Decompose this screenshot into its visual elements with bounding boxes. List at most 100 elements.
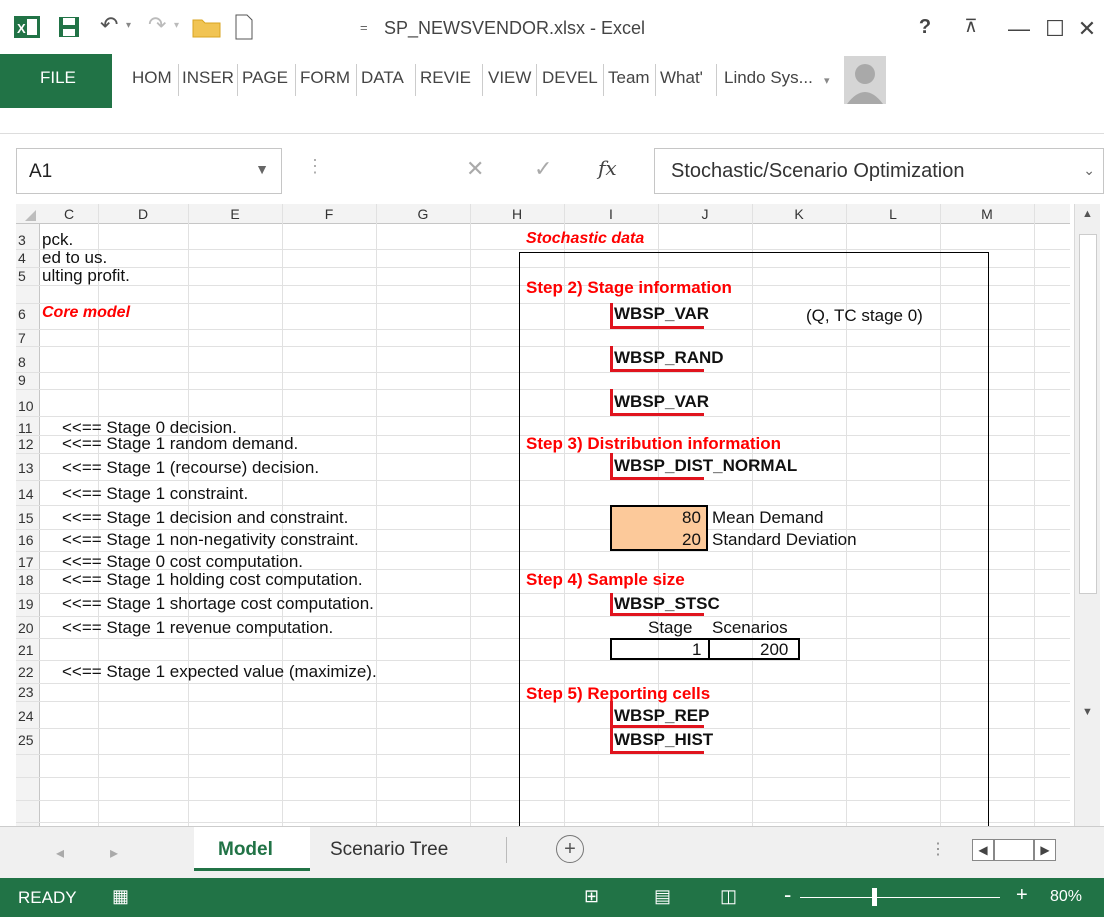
name-box[interactable]: A1 ▼ — [16, 148, 282, 194]
horizontal-scrollbar-thumb[interactable] — [994, 839, 1034, 861]
redo-dropdown-icon[interactable]: ▾ — [174, 20, 179, 31]
row-header-10[interactable]: 10 — [18, 398, 38, 414]
row-header-3[interactable]: 3 — [18, 232, 38, 248]
user-avatar-icon[interactable] — [844, 56, 886, 104]
cell-c18[interactable]: <<== Stage 1 holding cost computation. — [62, 570, 363, 590]
zoom-level[interactable]: 80% — [1050, 888, 1082, 906]
expand-formula-bar-icon[interactable]: ⌄ — [1083, 162, 1095, 179]
cell-c15[interactable]: <<== Stage 1 decision and constraint. — [62, 508, 348, 528]
column-header-j[interactable]: J — [658, 206, 752, 222]
row-header-25[interactable]: 25 — [18, 732, 38, 748]
sheet-prev-icon[interactable]: ◂ — [56, 843, 64, 863]
maximize-button[interactable]: ☐ — [1040, 16, 1070, 42]
cell-i13-wbsp-dist-normal[interactable]: WBSP_DIST_NORMAL — [614, 456, 797, 476]
tab-formulas[interactable]: FORM — [300, 68, 350, 88]
column-header-k[interactable]: K — [752, 206, 846, 222]
row-header-21[interactable]: 21 — [18, 642, 38, 658]
column-header-d[interactable]: D — [98, 206, 188, 222]
cell-k6[interactable]: (Q, TC stage 0) — [806, 306, 923, 326]
row-header-24[interactable]: 24 — [18, 708, 38, 724]
cell-c12[interactable]: <<== Stage 1 random demand. — [62, 434, 298, 454]
worksheet-grid[interactable]: C D E F G H I J K L M 3 4 5 6 7 8 9 10 1… — [16, 204, 1070, 826]
new-file-icon[interactable] — [234, 14, 254, 40]
tab-file[interactable]: FILE — [0, 54, 112, 108]
cell-i15-mean[interactable]: 80 — [682, 508, 701, 528]
row-header-19[interactable]: 19 — [18, 596, 38, 612]
zoom-out-icon[interactable]: - — [784, 882, 791, 908]
add-sheet-button[interactable]: + — [556, 835, 584, 863]
row-header-22[interactable]: 22 — [18, 664, 38, 680]
cell-i16-std[interactable]: 20 — [682, 530, 701, 550]
tab-view[interactable]: VIEW — [488, 68, 531, 88]
cell-c17[interactable]: <<== Stage 0 cost computation. — [62, 552, 303, 572]
macro-recording-icon[interactable]: ▦ — [112, 886, 129, 907]
tab-data[interactable]: DATA — [361, 68, 404, 88]
row-header-18[interactable]: 18 — [18, 572, 38, 588]
insert-function-icon[interactable]: fx — [598, 156, 617, 180]
column-header-h[interactable]: H — [470, 206, 564, 222]
tab-tell-me[interactable]: What' — [660, 68, 703, 88]
cell-c16[interactable]: <<== Stage 1 non-negativity constraint. — [62, 530, 359, 550]
normal-view-icon[interactable]: ⊞ — [584, 886, 599, 907]
tab-developer[interactable]: DEVEL — [542, 68, 598, 88]
undo-dropdown-icon[interactable]: ▾ — [126, 20, 131, 31]
row-header-5[interactable]: 5 — [18, 268, 38, 284]
row-header-14[interactable]: 14 — [18, 486, 38, 502]
row-header-15[interactable]: 15 — [18, 510, 38, 526]
column-header-e[interactable]: E — [188, 206, 282, 222]
ribbon-display-options-icon[interactable]: ⊼ — [956, 16, 986, 37]
save-icon[interactable] — [58, 16, 80, 38]
chevron-down-icon[interactable]: ▾ — [824, 74, 830, 87]
zoom-slider[interactable] — [800, 897, 1000, 898]
close-button[interactable]: ✕ — [1072, 16, 1102, 42]
open-folder-icon[interactable] — [192, 16, 222, 38]
tab-page-layout[interactable]: PAGE — [242, 68, 288, 88]
row-header-7[interactable]: 7 — [18, 330, 38, 346]
cell-c19[interactable]: <<== Stage 1 shortage cost computation. — [62, 594, 374, 614]
row-header-12[interactable]: 12 — [18, 436, 38, 452]
redo-icon[interactable]: ↷ — [148, 12, 166, 38]
cell-h12-step3[interactable]: Step 3) Distribution information — [526, 434, 781, 454]
cell-i25-wbsp-hist[interactable]: WBSP_HIST — [614, 730, 713, 750]
row-header-8[interactable]: 8 — [18, 354, 38, 370]
minimize-button[interactable]: — — [1004, 16, 1034, 42]
cell-i19-wbsp-stsc[interactable]: WBSP_STSC — [614, 594, 720, 614]
page-layout-view-icon[interactable]: ▤ — [654, 886, 671, 907]
scroll-right-button[interactable]: ▶ — [1034, 839, 1056, 861]
undo-icon[interactable]: ↶ — [100, 12, 118, 38]
cell-j15[interactable]: Mean Demand — [712, 508, 824, 528]
column-header-g[interactable]: G — [376, 206, 470, 222]
row-header-9[interactable]: 9 — [18, 372, 38, 388]
enter-icon[interactable]: ✓ — [534, 156, 552, 182]
column-header-i[interactable]: I — [564, 206, 658, 222]
zoom-slider-thumb[interactable] — [872, 888, 877, 906]
cell-i21-stage-value[interactable]: 1 — [692, 640, 701, 660]
scrollbar-thumb[interactable] — [1079, 234, 1097, 594]
cell-j20-scenarios[interactable]: Scenarios — [712, 618, 788, 638]
sheet-tab-model[interactable]: Model — [194, 827, 310, 871]
sheet-next-icon[interactable]: ▸ — [110, 843, 118, 863]
cell-c22[interactable]: <<== Stage 1 expected value (maximize). — [62, 662, 377, 682]
vertical-scrollbar[interactable]: ▲ ▼ — [1074, 204, 1100, 826]
cell-j16[interactable]: Standard Deviation — [712, 530, 857, 550]
row-header-20[interactable]: 20 — [18, 620, 38, 636]
column-header-m[interactable]: M — [940, 206, 1034, 222]
customize-toolbar-icon[interactable]: = — [360, 20, 368, 35]
row-header-11[interactable]: 11 — [18, 420, 38, 436]
zoom-in-icon[interactable]: + — [1016, 884, 1028, 907]
column-header-c[interactable]: C — [40, 206, 98, 222]
row-header-13[interactable]: 13 — [18, 460, 38, 476]
scroll-left-button[interactable]: ◀ — [972, 839, 994, 861]
tab-lindo-systems[interactable]: Lindo Sys... — [724, 68, 813, 88]
sheet-tab-scenario-tree[interactable]: Scenario Tree — [330, 839, 448, 861]
cancel-icon[interactable]: ✕ — [466, 156, 484, 182]
tab-team[interactable]: Team — [608, 68, 650, 88]
cell-i20-stage[interactable]: Stage — [648, 618, 692, 638]
select-all-icon[interactable] — [16, 204, 40, 224]
column-header-f[interactable]: F — [282, 206, 376, 222]
tab-insert[interactable]: INSER — [182, 68, 234, 88]
cell-i8-wbsp-rand[interactable]: WBSP_RAND — [614, 348, 724, 368]
scroll-down-icon[interactable]: ▼ — [1082, 706, 1093, 718]
row-header-17[interactable]: 17 — [18, 554, 38, 570]
cell-h18-step4[interactable]: Step 4) Sample size — [526, 570, 685, 590]
